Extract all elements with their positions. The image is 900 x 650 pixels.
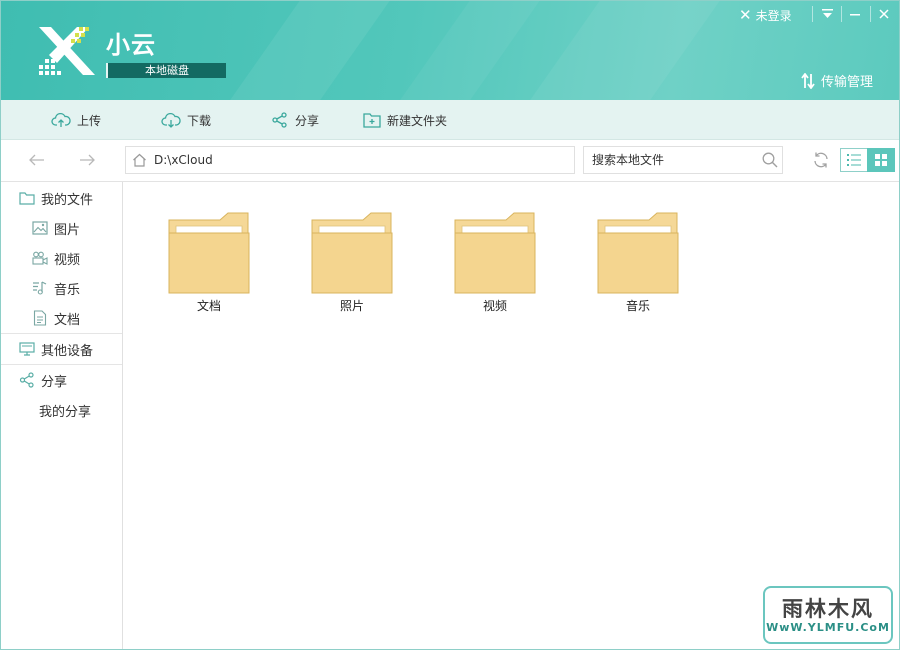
toolbar: 上传 下载 分享 新建文件夹 bbox=[1, 100, 899, 140]
watermark: 雨林木风 WwW.YLMFU.CoM bbox=[763, 586, 893, 644]
refresh-button[interactable] bbox=[810, 149, 832, 171]
minimize-icon bbox=[850, 14, 860, 16]
menu-dropdown-button[interactable] bbox=[814, 3, 840, 25]
folder-name: 视频 bbox=[482, 299, 507, 313]
folder-icon bbox=[168, 212, 250, 294]
transfer-manager-button[interactable]: 传输管理 bbox=[801, 71, 873, 90]
cloud-download-icon bbox=[161, 112, 181, 128]
sidebar-item-documents[interactable]: 文档 bbox=[1, 303, 122, 333]
dropdown-icon bbox=[821, 9, 833, 18]
sidebar-item-label: 视频 bbox=[54, 252, 81, 268]
folder-name: 音乐 bbox=[625, 299, 650, 313]
sidebar-item-music[interactable]: 音乐 bbox=[1, 273, 122, 303]
sidebar-item-label: 分享 bbox=[41, 374, 68, 390]
download-label: 下载 bbox=[187, 113, 212, 128]
sidebar-item-other-devices[interactable]: 其他设备 bbox=[1, 334, 122, 364]
header-decoration bbox=[378, 1, 554, 100]
home-icon bbox=[132, 153, 146, 167]
header-decoration bbox=[508, 1, 734, 100]
sidebar-item-share[interactable]: 分享 bbox=[1, 365, 122, 395]
app-title: 小云 bbox=[106, 31, 156, 59]
folder-icon bbox=[19, 192, 35, 205]
close-icon bbox=[879, 9, 889, 19]
folder-item[interactable]: 文档 bbox=[168, 212, 250, 314]
new-folder-icon bbox=[363, 113, 381, 128]
transfer-icon bbox=[801, 72, 815, 89]
share-button[interactable]: 分享 bbox=[271, 100, 319, 140]
new-folder-label: 新建文件夹 bbox=[387, 113, 448, 128]
sidebar-item-label: 我的文件 bbox=[41, 192, 94, 208]
current-path: D:\xCloud bbox=[154, 153, 213, 167]
music-icon bbox=[33, 281, 47, 295]
share-icon bbox=[19, 372, 34, 388]
upload-label: 上传 bbox=[77, 113, 102, 128]
sidebar-item-my-shares[interactable]: 我的分享 bbox=[1, 395, 122, 425]
folder-icon bbox=[597, 212, 679, 294]
app-window: 小云 本地磁盘 ✕ 未登录 传输管理 上传 下载 分享 新建文件夹 D:\xCl… bbox=[0, 0, 900, 650]
file-grid: 文档 照片 视频 音乐 bbox=[123, 182, 899, 649]
folder-icon bbox=[311, 212, 393, 294]
arrow-left-icon bbox=[29, 154, 44, 166]
share-label: 分享 bbox=[295, 113, 320, 128]
folder-item[interactable]: 音乐 bbox=[597, 212, 679, 314]
video-camera-icon bbox=[32, 251, 48, 265]
login-label: 未登录 bbox=[755, 8, 792, 23]
sidebar-item-my-files[interactable]: 我的文件 bbox=[1, 183, 122, 213]
folder-name: 文档 bbox=[196, 299, 221, 313]
document-icon bbox=[33, 310, 47, 326]
search-field[interactable] bbox=[583, 146, 783, 174]
back-button[interactable] bbox=[25, 148, 49, 172]
arrow-right-icon bbox=[80, 154, 95, 166]
monitor-icon bbox=[19, 342, 35, 356]
close-button[interactable] bbox=[871, 3, 897, 25]
list-view-button[interactable] bbox=[840, 148, 868, 172]
sidebar-item-label: 其他设备 bbox=[41, 343, 94, 359]
forward-button[interactable] bbox=[75, 148, 99, 172]
account-x-icon: ✕ bbox=[739, 6, 752, 24]
sidebar: 我的文件 图片 视频 音乐 文档 其他设备 分享 我的分享 bbox=[1, 182, 123, 649]
search-input[interactable] bbox=[592, 153, 752, 167]
grid-view-button[interactable] bbox=[867, 148, 895, 172]
cloud-upload-icon bbox=[51, 112, 71, 127]
transfer-label: 传输管理 bbox=[821, 75, 874, 90]
image-icon bbox=[32, 221, 48, 235]
new-folder-button[interactable]: 新建文件夹 bbox=[363, 100, 447, 140]
sidebar-item-pictures[interactable]: 图片 bbox=[1, 213, 122, 243]
download-button[interactable]: 下载 bbox=[161, 100, 211, 140]
header-decoration bbox=[208, 1, 404, 100]
sidebar-item-label: 音乐 bbox=[54, 282, 81, 298]
home-button[interactable] bbox=[126, 153, 152, 167]
folder-item[interactable]: 视频 bbox=[454, 212, 536, 314]
folder-item[interactable]: 照片 bbox=[311, 212, 393, 314]
login-button[interactable]: ✕ 未登录 bbox=[739, 6, 792, 24]
list-view-icon bbox=[847, 154, 861, 166]
share-icon bbox=[272, 112, 287, 128]
sidebar-item-label: 文档 bbox=[54, 312, 81, 328]
titlebar-separator bbox=[812, 6, 813, 22]
grid-view-icon bbox=[875, 154, 887, 166]
app-logo-icon bbox=[39, 27, 95, 75]
sidebar-item-videos[interactable]: 视频 bbox=[1, 243, 122, 273]
watermark-title: 雨林木风 bbox=[782, 597, 874, 621]
refresh-icon bbox=[814, 152, 828, 168]
folder-icon bbox=[454, 212, 536, 294]
watermark-url: WwW.YLMFU.CoM bbox=[766, 621, 890, 634]
sidebar-item-label: 图片 bbox=[54, 222, 81, 238]
sidebar-item-label: 我的分享 bbox=[39, 404, 92, 420]
upload-button[interactable]: 上传 bbox=[51, 100, 101, 140]
title-bar: 小云 本地磁盘 ✕ 未登录 传输管理 bbox=[1, 1, 899, 100]
disk-label: 本地磁盘 bbox=[106, 63, 226, 78]
address-bar: D:\xCloud bbox=[1, 140, 899, 182]
minimize-button[interactable] bbox=[842, 3, 868, 25]
path-field[interactable]: D:\xCloud bbox=[125, 146, 575, 174]
search-icon[interactable] bbox=[762, 152, 778, 168]
folder-name: 照片 bbox=[339, 299, 364, 313]
